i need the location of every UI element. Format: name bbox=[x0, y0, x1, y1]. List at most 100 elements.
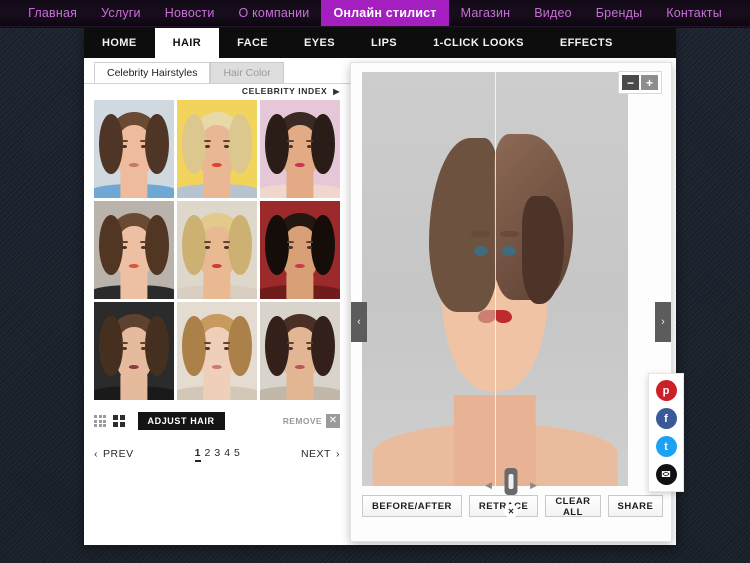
thumbnail-hair-left bbox=[264, 113, 289, 175]
next-page-button[interactable]: NEXT › bbox=[301, 448, 340, 460]
thumbnail-celebrity-9[interactable] bbox=[260, 302, 340, 400]
tab-face[interactable]: FACE bbox=[219, 28, 286, 58]
model-brow-right bbox=[500, 231, 519, 238]
tab-effects[interactable]: EFFECTS bbox=[542, 28, 631, 58]
chevron-right-icon: › bbox=[335, 448, 340, 460]
thumbnail-brow-left bbox=[204, 342, 211, 345]
page-number-1[interactable]: 1 bbox=[194, 447, 201, 462]
thumbnail-hair-left bbox=[98, 214, 123, 276]
thumbnail-brow-right bbox=[140, 140, 147, 143]
thumbnail-brow-right bbox=[223, 342, 230, 345]
topnav-item-2[interactable]: Услуги bbox=[89, 0, 153, 26]
email-icon[interactable]: ✉ bbox=[655, 464, 677, 485]
thumbnail-celebrity-4[interactable] bbox=[94, 201, 174, 299]
tab-1-click-looks[interactable]: 1-CLICK LOOKS bbox=[415, 28, 542, 58]
thumbnail-brow-left bbox=[204, 241, 211, 244]
thumbnail-celebrity-6[interactable] bbox=[260, 201, 340, 299]
adjust-hair-button[interactable]: ADJUST HAIR bbox=[137, 412, 225, 430]
remove-button[interactable]: REMOVE ✕ bbox=[283, 414, 340, 428]
thumbnail-celebrity-3[interactable] bbox=[260, 100, 340, 198]
tab-hair[interactable]: HAIR bbox=[154, 28, 220, 58]
thumbnail-celebrity-7[interactable] bbox=[94, 302, 174, 400]
tab-lips[interactable]: LIPS bbox=[353, 28, 415, 58]
thumbnail-hair-left bbox=[264, 214, 289, 276]
thumbnail-brow-right bbox=[140, 342, 147, 345]
thumbnail-celebrity-8[interactable] bbox=[177, 302, 257, 400]
zoom-out-button[interactable]: − bbox=[622, 75, 639, 90]
model-lip-before bbox=[477, 310, 495, 324]
social-share-bar: p f t ✉ bbox=[648, 373, 684, 492]
model-hair-before bbox=[428, 138, 498, 313]
topnav-item-3[interactable]: Новости bbox=[153, 0, 227, 26]
tab-eyes[interactable]: EYES bbox=[286, 28, 353, 58]
large-grid-view-icon[interactable] bbox=[113, 415, 125, 427]
zoom-controls: − + bbox=[618, 71, 662, 94]
model-brow-left bbox=[471, 231, 490, 238]
browser-toolbar: ADJUST HAIR REMOVE ✕ bbox=[94, 410, 340, 432]
thumbnail-brow-right bbox=[223, 140, 230, 143]
topnav-item-7[interactable]: Видео bbox=[522, 0, 584, 26]
clear-all-button[interactable]: CLEAR ALL bbox=[545, 495, 601, 518]
before-after-button[interactable]: BEFORE/AFTER bbox=[362, 495, 462, 517]
thumbnail-celebrity-2[interactable] bbox=[177, 100, 257, 198]
slider-close-button[interactable]: ✕ bbox=[504, 504, 518, 518]
twitter-icon[interactable]: t bbox=[655, 436, 677, 457]
previous-look-button[interactable]: ‹ bbox=[351, 302, 367, 342]
page-number-list: 12345 bbox=[194, 447, 240, 462]
thumbnail-hair-left bbox=[98, 315, 123, 377]
next-look-button[interactable]: › bbox=[655, 302, 671, 342]
chevron-right-icon: ▶ bbox=[333, 86, 340, 96]
page-number-4[interactable]: 4 bbox=[224, 447, 230, 462]
thumbnail-celebrity-5[interactable] bbox=[177, 201, 257, 299]
thumbnail-brow-left bbox=[121, 342, 128, 345]
thumbnail-hair-left bbox=[181, 113, 206, 175]
subtab-celebrity-hairstyles[interactable]: Celebrity Hairstyles bbox=[94, 62, 211, 84]
thumbnail-brow-left bbox=[287, 342, 294, 345]
celebrity-thumbnail-grid bbox=[94, 100, 340, 400]
thumbnail-hair-left bbox=[181, 214, 206, 276]
prev-label: PREV bbox=[103, 448, 134, 460]
pagination: ‹ PREV 12345 NEXT › bbox=[94, 443, 340, 465]
topnav-item-8[interactable]: Бренды bbox=[584, 0, 655, 26]
prev-page-button[interactable]: ‹ PREV bbox=[94, 448, 134, 460]
topnav-item-9[interactable]: Контакты bbox=[654, 0, 734, 26]
remove-label: REMOVE bbox=[282, 416, 322, 426]
content-page: HOME HAIR FACE EYES LIPS 1-CLICK LOOKS EFFECTS… bbox=[84, 28, 684, 545]
page-number-2[interactable]: 2 bbox=[205, 447, 211, 462]
app-tab-bar: HOME HAIR FACE EYES LIPS 1-CLICK LOOKS EFFECTS bbox=[84, 28, 676, 58]
thumbnail-celebrity-1[interactable] bbox=[94, 100, 174, 198]
preview-panel: − + ‹ › ◀ ▶ ✕ p f t ✉ BEFORE/AFTER RETRACE CL… bbox=[350, 62, 684, 542]
share-button[interactable]: SHARE bbox=[607, 495, 664, 517]
model-eye-left bbox=[473, 245, 488, 256]
model-eye-right bbox=[502, 245, 517, 256]
model-lip-after bbox=[495, 310, 513, 324]
celebrity-index-link[interactable]: CELEBRITY INDEX ▶ bbox=[242, 86, 340, 96]
zoom-in-button[interactable]: + bbox=[641, 75, 658, 90]
thumbnail-brow-right bbox=[306, 342, 313, 345]
topnav-item-4[interactable]: О компании bbox=[227, 0, 322, 26]
small-grid-view-icon[interactable] bbox=[94, 415, 106, 427]
topnav-item-6[interactable]: Магазин bbox=[449, 0, 523, 26]
pinterest-icon[interactable]: p bbox=[655, 380, 677, 401]
page-number-3[interactable]: 3 bbox=[214, 447, 220, 462]
hairstyle-browser-panel: Celebrity Hairstyles Hair Color CELEBRITY… bbox=[84, 58, 350, 545]
slider-right-arrow-icon[interactable]: ▶ bbox=[530, 480, 537, 491]
before-after-slider-handle[interactable] bbox=[504, 468, 518, 495]
thumbnail-brow-left bbox=[204, 140, 211, 143]
topnav-item-1[interactable]: Главная bbox=[16, 0, 89, 26]
facebook-icon[interactable]: f bbox=[655, 408, 677, 429]
thumbnail-hair-left bbox=[98, 113, 123, 175]
before-after-stage[interactable] bbox=[362, 72, 628, 486]
topnav-item-5[interactable]: Онлайн стилист bbox=[321, 0, 449, 26]
page-number-5[interactable]: 5 bbox=[234, 447, 240, 462]
subtabs-divider bbox=[84, 83, 350, 84]
chevron-left-icon: ‹ bbox=[94, 448, 98, 460]
thumbnail-brow-right bbox=[306, 241, 313, 244]
hair-subtabs: Celebrity Hairstyles Hair Color bbox=[94, 62, 284, 84]
before-after-divider bbox=[495, 72, 496, 486]
tab-home[interactable]: HOME bbox=[84, 28, 155, 58]
thumbnail-brow-left bbox=[121, 140, 128, 143]
site-top-navigation: Главная Услуги Новости О компании Онлайн сти… bbox=[0, 0, 750, 26]
slider-left-arrow-icon[interactable]: ◀ bbox=[485, 480, 492, 491]
subtab-hair-color[interactable]: Hair Color bbox=[210, 62, 284, 84]
